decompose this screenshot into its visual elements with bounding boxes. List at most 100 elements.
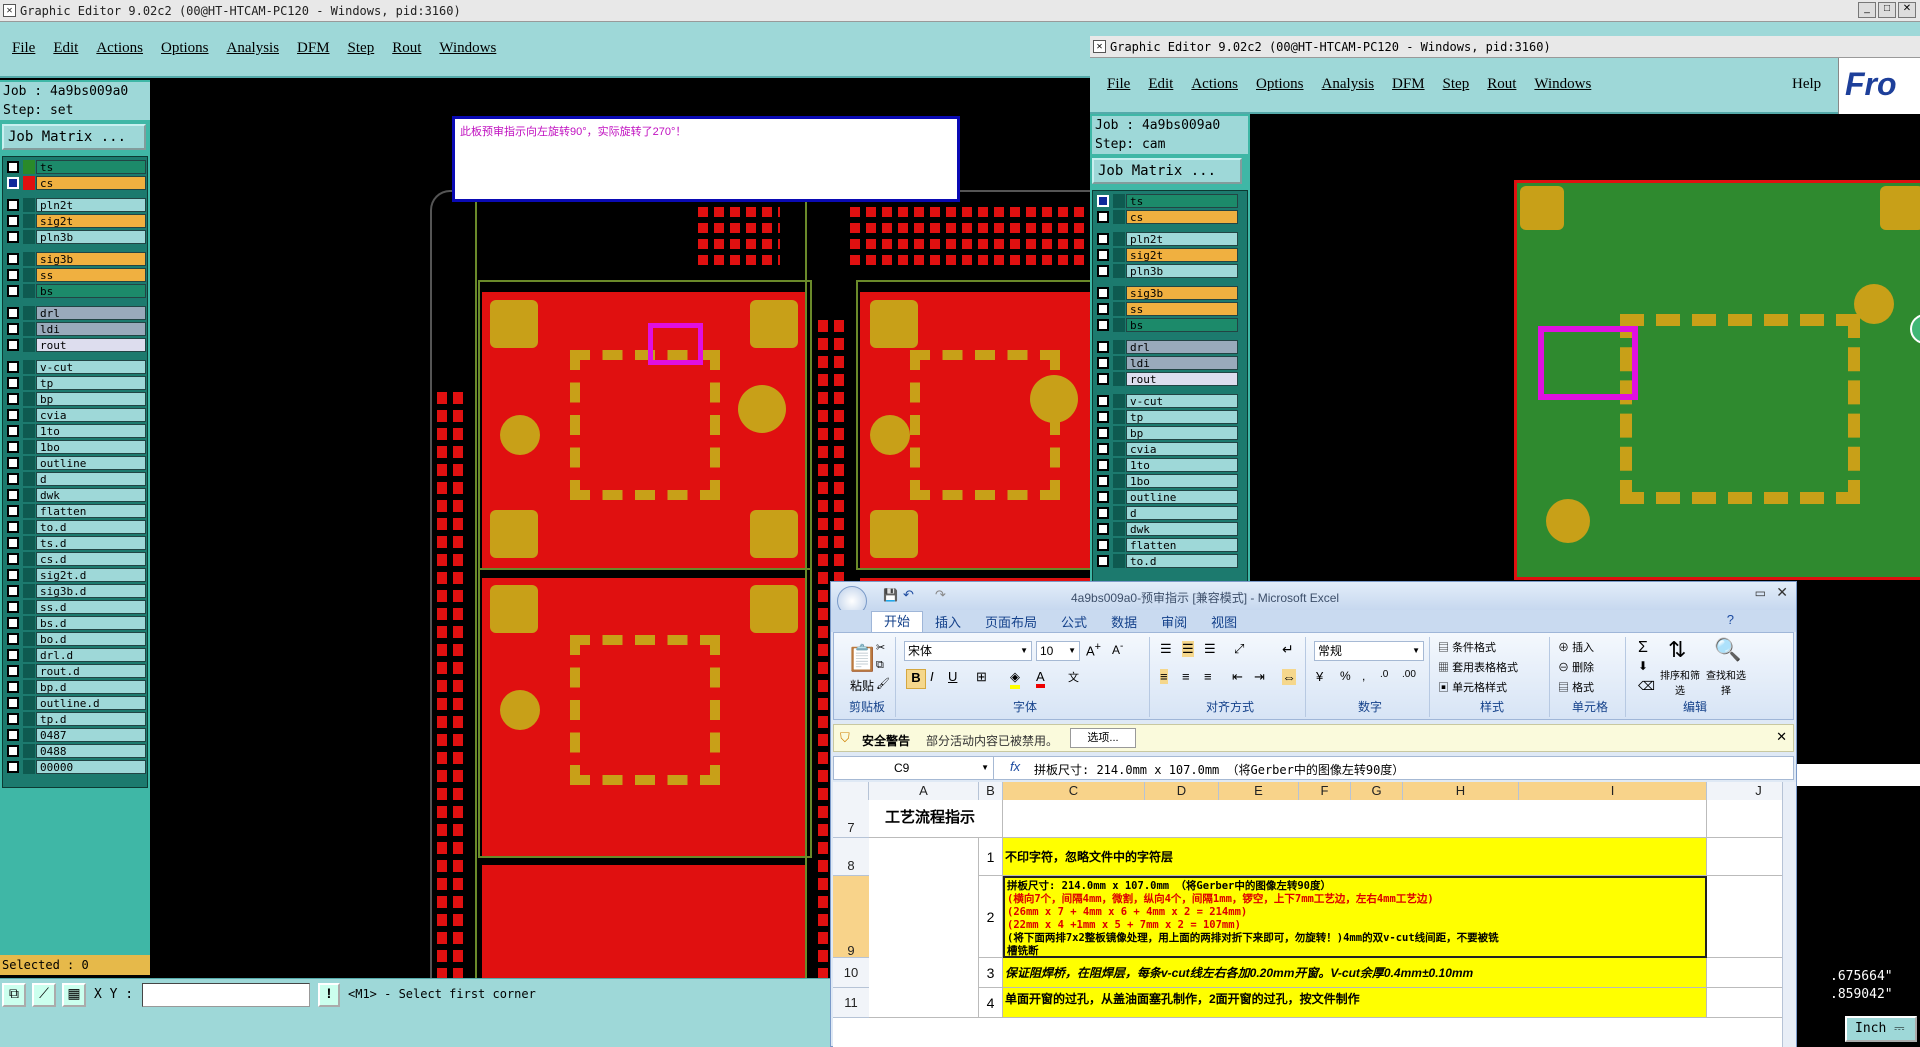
layer-checkbox[interactable]	[1097, 491, 1109, 503]
layer-checkbox[interactable]	[7, 681, 19, 693]
ribbon-tab[interactable]: 数据	[1099, 612, 1149, 631]
layer-row[interactable]: sig3b	[3, 251, 147, 267]
layer-name[interactable]: flatten	[1126, 538, 1238, 552]
ribbon-tab[interactable]: 审阅	[1149, 612, 1199, 631]
paste-label[interactable]: 粘贴	[850, 677, 874, 694]
layer-checkbox[interactable]	[7, 665, 19, 677]
layer-checkbox[interactable]	[1097, 249, 1109, 261]
cell-C7[interactable]	[1003, 800, 1707, 838]
layer-checkbox[interactable]	[7, 521, 19, 533]
window-close-icon[interactable]: ✕	[1093, 40, 1106, 53]
layer-checkbox[interactable]	[1097, 195, 1109, 207]
layer-checkbox[interactable]	[7, 425, 19, 437]
menu-analysis[interactable]: Analysis	[1313, 76, 1384, 93]
layer-name[interactable]: ldi	[36, 322, 146, 336]
layer-row[interactable]: outline.d	[3, 695, 147, 711]
layer-checkbox[interactable]	[7, 253, 19, 265]
layer-row[interactable]: ts.d	[3, 535, 147, 551]
layer-name[interactable]: bs.d	[36, 616, 146, 630]
cell-C11[interactable]: 单面开窗的过孔，从盖油面塞孔制作，2面开窗的过孔，按文件制作	[1003, 988, 1707, 1018]
copy-icon[interactable]: ⧉	[876, 659, 884, 672]
layer-row[interactable]: ss	[3, 267, 147, 283]
layer-name[interactable]: rout	[36, 338, 146, 352]
redo-icon[interactable]: ↷	[935, 587, 946, 603]
ribbon-tab[interactable]: 视图	[1199, 612, 1249, 631]
layer-row[interactable]: ldi	[3, 321, 147, 337]
align-middle-icon[interactable]: ☰	[1182, 641, 1194, 657]
layer-name[interactable]: ss	[1126, 302, 1238, 316]
layer-name[interactable]: tp	[36, 376, 146, 390]
layer-name[interactable]: sig2t	[36, 214, 146, 228]
layer-row[interactable]: bp	[3, 391, 147, 407]
layer-name[interactable]: tp.d	[36, 712, 146, 726]
layer-checkbox[interactable]	[7, 269, 19, 281]
layer-name[interactable]: cs	[1126, 210, 1238, 224]
layer-checkbox[interactable]	[1097, 357, 1109, 369]
select-all-corner[interactable]	[833, 782, 869, 800]
cut-icon[interactable]: ✂	[876, 641, 885, 654]
layer-checkbox[interactable]	[7, 761, 19, 773]
layer-row[interactable]: outline	[1093, 489, 1247, 505]
menu-windows[interactable]: Windows	[1525, 76, 1600, 93]
vertical-scrollbar[interactable]	[1782, 782, 1796, 1047]
layer-row[interactable]: 1to	[1093, 457, 1247, 473]
layer-row[interactable]: flatten	[1093, 537, 1247, 553]
layer-row[interactable]: bo.d	[3, 631, 147, 647]
function-icon[interactable]: fx	[1010, 759, 1020, 774]
column-header[interactable]: F	[1299, 782, 1351, 800]
ribbon-tab[interactable]: 页面布局	[973, 612, 1049, 631]
column-header[interactable]: G	[1351, 782, 1403, 800]
layer-checkbox[interactable]	[7, 199, 19, 211]
fill-color-icon[interactable]: ◈	[1010, 669, 1020, 689]
indent-icon[interactable]: ⇤	[1232, 669, 1243, 685]
delete-cells-button[interactable]: ⊖ 删除	[1558, 659, 1594, 675]
layer-name[interactable]: to.d	[36, 520, 146, 534]
conditional-format-button[interactable]: ▤ 条件格式	[1438, 639, 1496, 655]
layer-name[interactable]: 00000	[36, 760, 146, 774]
cell-B8[interactable]: 1	[979, 838, 1003, 876]
layer-checkbox[interactable]	[1097, 555, 1109, 567]
close-bar-icon[interactable]: ✕	[1776, 729, 1787, 745]
font-size-select[interactable]: 10 ▼	[1036, 641, 1080, 661]
layer-name[interactable]: 1bo	[1126, 474, 1238, 488]
layer-checkbox[interactable]	[7, 361, 19, 373]
layer-row[interactable]: sig2t	[3, 213, 147, 229]
layer-name[interactable]: pln3b	[1126, 264, 1238, 278]
layer-row[interactable]: 0488	[3, 743, 147, 759]
layer-row[interactable]: 1bo	[1093, 473, 1247, 489]
xy-input[interactable]	[142, 983, 310, 1007]
row-header[interactable]: 11	[833, 988, 869, 1018]
layer-checkbox[interactable]	[7, 473, 19, 485]
layer-checkbox[interactable]	[1097, 539, 1109, 551]
layer-checkbox[interactable]	[7, 161, 19, 173]
cell-A11[interactable]	[869, 988, 979, 1018]
help-menu[interactable]: Help	[1792, 76, 1821, 93]
cell-B11[interactable]: 4	[979, 988, 1003, 1018]
find-select-label[interactable]: 查找和选择	[1706, 667, 1746, 697]
layer-row[interactable]: bp.d	[3, 679, 147, 695]
layer-row[interactable]: cvia	[1093, 441, 1247, 457]
layer-checkbox[interactable]	[7, 489, 19, 501]
layer-row[interactable]: d	[3, 471, 147, 487]
layer-row[interactable]: 00000	[3, 759, 147, 775]
layer-checkbox[interactable]	[1097, 523, 1109, 535]
layer-checkbox[interactable]	[7, 339, 19, 351]
layer-checkbox[interactable]	[7, 215, 19, 227]
spreadsheet-grid[interactable]: A B C D E F G H I J 7 工艺流程指示 8 1 不印字符，忽略…	[833, 782, 1794, 1047]
layer-name[interactable]: cvia	[36, 408, 146, 422]
layer-row[interactable]: pln3b	[3, 229, 147, 245]
layer-checkbox[interactable]	[1097, 211, 1109, 223]
layer-row[interactable]: bp	[1093, 425, 1247, 441]
cell-J11[interactable]	[1707, 988, 1794, 1018]
layer-row[interactable]: dwk	[1093, 521, 1247, 537]
layer-name[interactable]: outline	[1126, 490, 1238, 504]
cell-A8[interactable]	[869, 838, 979, 876]
menu-actions[interactable]: Actions	[87, 40, 152, 57]
layer-checkbox[interactable]	[7, 697, 19, 709]
layer-checkbox[interactable]	[7, 633, 19, 645]
layer-checkbox[interactable]	[1097, 427, 1109, 439]
layer-checkbox[interactable]	[7, 649, 19, 661]
layer-checkbox[interactable]	[1097, 373, 1109, 385]
menu-step[interactable]: Step	[339, 40, 384, 57]
layer-name[interactable]: 0488	[36, 744, 146, 758]
